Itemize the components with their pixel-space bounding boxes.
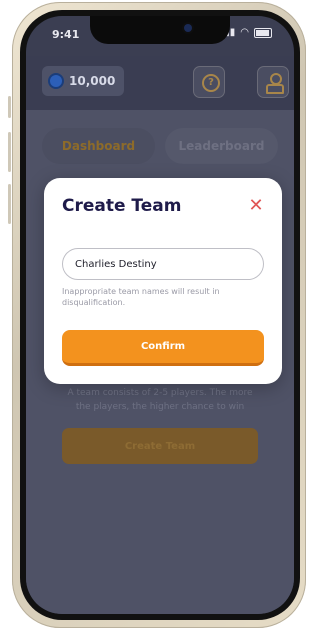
helper-text: Inappropriate team names will result in … [62,287,220,307]
status-time: 9:41 [52,28,80,41]
profile-icon-body [266,84,284,94]
help-icon: ? [202,74,220,92]
profile-button[interactable] [257,66,289,98]
side-button [8,184,11,224]
battery-icon [254,27,272,38]
notch [90,16,230,44]
phone-bezel: 9:41 ▮▮▮ ◠ 10,000 ? Dashboard Leaderboar… [20,10,300,620]
tab-dashboard[interactable]: Dashboard [42,128,155,164]
screen: 9:41 ▮▮▮ ◠ 10,000 ? Dashboard Leaderboar… [26,16,294,614]
side-button [8,96,11,118]
confirm-button[interactable]: Confirm [62,330,264,366]
team-name-input[interactable] [62,248,264,280]
coin-balance[interactable]: 10,000 [42,66,124,96]
camera-icon [184,24,192,32]
team-info-text: A team consists of 2-5 players. The more… [67,388,253,412]
create-team-button[interactable]: Create Team [62,428,258,464]
wifi-icon: ◠ [240,27,249,38]
tab-leaderboard[interactable]: Leaderboard [165,128,278,164]
help-button[interactable]: ? [193,66,225,98]
side-button [8,132,11,172]
coin-amount: 10,000 [69,74,116,88]
coin-icon [48,73,64,89]
modal-title: Create Team [62,196,182,216]
close-icon[interactable]: ✕ [246,196,266,216]
create-team-modal: Create Team ✕ Inappropriate team names w… [44,178,282,384]
tab-bar: Dashboard Leaderboard [42,128,278,164]
top-bar: 10,000 ? [26,56,294,110]
